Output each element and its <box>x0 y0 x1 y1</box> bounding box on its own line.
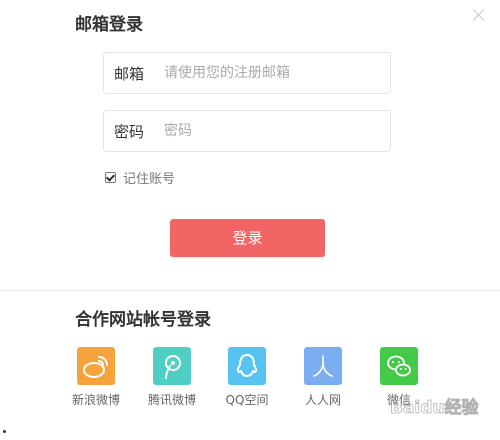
password-label: 密码 <box>114 123 145 141</box>
close-icon[interactable] <box>470 6 488 24</box>
wechat-icon[interactable] <box>380 347 418 385</box>
login-button[interactable]: 登录 <box>170 219 325 257</box>
remember-checkbox[interactable] <box>105 171 116 183</box>
renren-icon[interactable] <box>304 347 342 385</box>
partner-name: 微信 <box>386 393 411 407</box>
partner-wechat[interactable]: 微信 <box>364 347 434 408</box>
password-input[interactable] <box>164 119 379 143</box>
qzone-icon[interactable] <box>228 347 266 385</box>
partner-name: 新浪微博 <box>71 393 120 407</box>
login-dialog: 邮箱登录 邮箱 密码 记住账号 登录 合作网站帐号登录 新浪微博 <box>0 0 500 440</box>
partner-name: QQ空间 <box>225 393 269 407</box>
partner-login-title: 合作网站帐号登录 <box>75 310 211 330</box>
partner-renren[interactable]: 人人网 <box>288 347 358 408</box>
section-divider <box>0 290 500 291</box>
password-field[interactable]: 密码 <box>103 110 391 152</box>
dialog-title: 邮箱登录 <box>75 15 143 35</box>
partner-name: 人人网 <box>304 393 341 407</box>
stray-dot <box>3 430 6 433</box>
sina-weibo-icon[interactable] <box>77 347 115 385</box>
email-input[interactable] <box>164 61 379 85</box>
tencent-weibo-icon[interactable] <box>153 347 191 385</box>
email-label: 邮箱 <box>114 65 145 83</box>
partner-qzone[interactable]: QQ空间 <box>212 347 282 408</box>
remember-account[interactable]: 记住账号 <box>105 168 176 187</box>
partner-tencent-weibo[interactable]: 腾讯微博 <box>137 347 207 408</box>
email-field[interactable]: 邮箱 <box>103 52 391 94</box>
partner-sina-weibo[interactable]: 新浪微博 <box>61 347 131 408</box>
remember-label: 记住账号 <box>123 171 176 187</box>
partner-name: 腾讯微博 <box>147 393 196 407</box>
